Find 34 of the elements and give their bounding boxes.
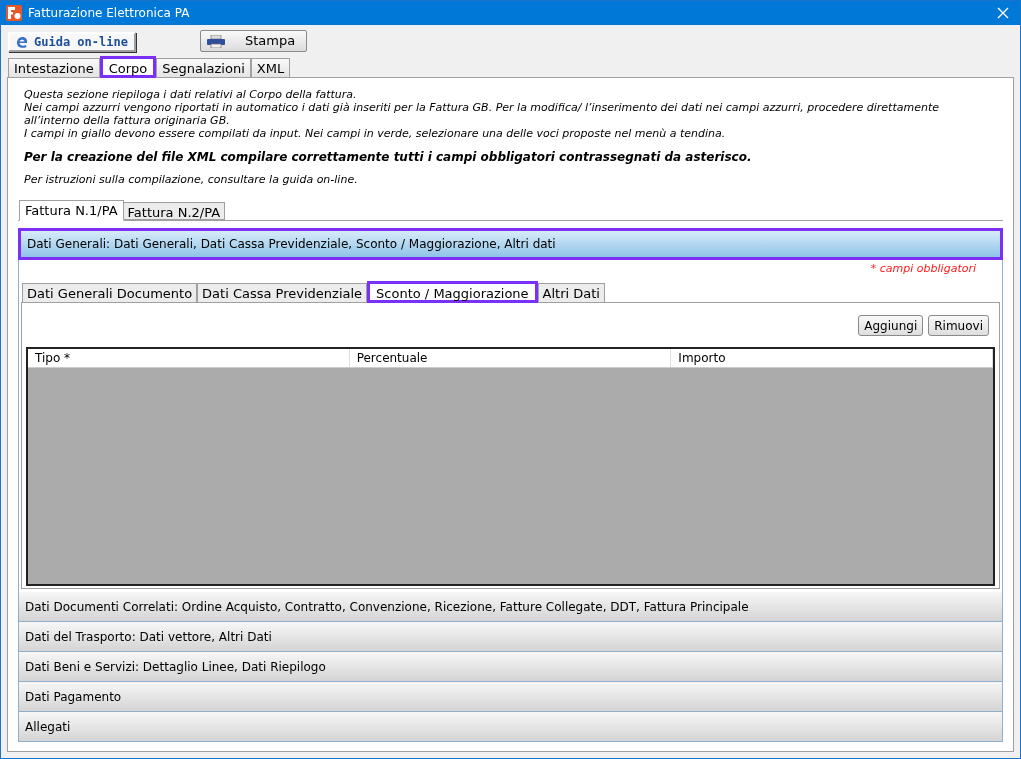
emphasis-text: Per la creazione del file XML compilare correttamente tutti i campi obbligatori contrassegnati da asterisco. [24,151,753,164]
action-button[interactable]: Rimuovi [928,315,989,336]
help-button[interactable]: Guida on-line [8,32,136,52]
section-header[interactable]: Dati Documenti Correlati: Ordine Acquisto, Contratto, Convenzione, Ricezione, Fatture Collegate, DDT, Fattura Principale [18,592,1003,622]
section-header[interactable]: Dati del Trasporto: Dati vettore, Altri Dati [18,622,1003,652]
tab[interactable]: XML [250,58,291,77]
description-text: Nei campi azzurri vengono riportati in automatico i dati già inseriti per la Fattura GB. Per la modifica/ l’inserimento dei dati nei campi azzurri, procedere direttamente all’interno della fattura originaria GB. [24,101,940,127]
sub-tab[interactable]: Altri Dati [537,283,605,302]
tab[interactable]: Intestazione [8,58,100,77]
action-button[interactable]: Aggiungi [858,315,924,336]
description-text: I campi in giallo devono essere compilati da input. Nei campi in verde, selezionare una delle voci proposte nel menù a tendina. [24,127,727,140]
window-title: Fatturazione Elettronica PA [28,5,190,22]
section-header[interactable]: Dati Beni e Servizi: Dettaglio Linee, Dati Riepilogo [18,652,1003,682]
required-note: * campi obbligatori [870,260,976,277]
tab[interactable]: Segnalazioni [156,58,251,77]
print-button[interactable]: Stampa [199,30,307,52]
description-text: Questa sezione riepiloga i dati relativi al Corpo della fattura. [24,88,358,101]
sub-tab[interactable]: Dati Cassa Previdenziale [197,283,368,302]
column-header[interactable]: Importo [671,349,993,367]
browser-e-icon [16,35,29,49]
section-header[interactable]: Dati Generali: Dati Generali, Dati Cassa Previdenziale, Sconto / Maggiorazione, Altri dati [18,228,1003,260]
column-header[interactable]: Percentuale [349,349,672,367]
column-header[interactable]: Tipo * [28,349,350,367]
sub-tab[interactable]: Sconto / Maggiorazione [367,281,538,303]
note-text: Per istruzioni sulla compilazione, consultare la guida on-line. [24,173,359,186]
app-logo-icon [6,5,22,21]
invoice-tab[interactable]: Fattura N.1/PA [19,200,124,221]
section-header[interactable]: Dati Pagamento [18,682,1003,712]
sub-tab[interactable]: Dati Generali Documento [22,283,198,302]
section-header[interactable]: Allegati [18,712,1003,742]
close-icon[interactable] [997,7,1009,19]
printer-icon [206,34,225,48]
invoice-tab[interactable]: Fattura N.2/PA [123,202,226,220]
tab[interactable]: Corpo [99,56,157,78]
